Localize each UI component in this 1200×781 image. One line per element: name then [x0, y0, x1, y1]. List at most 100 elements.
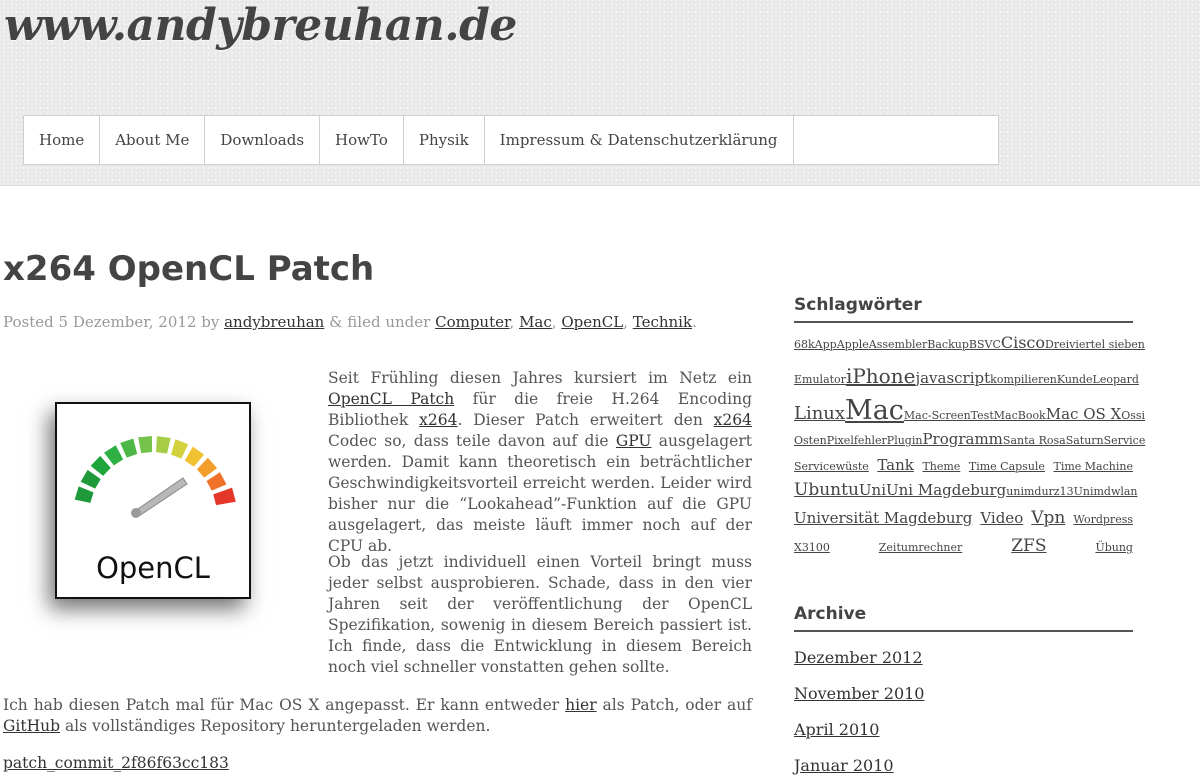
- tag-link[interactable]: Ossi: [1121, 409, 1145, 422]
- archive-widget-title: Archive: [794, 604, 1133, 632]
- archive-widget: Archive Dezember 2012 November 2010 Apri…: [794, 604, 1133, 781]
- tag-link[interactable]: Service: [1104, 434, 1146, 447]
- nav-item-physik[interactable]: Physik: [404, 116, 485, 164]
- tag-link[interactable]: Programm: [922, 430, 1002, 448]
- tag-link[interactable]: Assembler: [869, 338, 928, 351]
- tag-link[interactable]: Zeitumrechner: [879, 541, 962, 554]
- gauge-segment: [156, 436, 171, 454]
- tag-link[interactable]: Dreiviertel sieben: [1045, 338, 1145, 351]
- tag-link[interactable]: Osten: [794, 434, 827, 447]
- nav-item-home[interactable]: Home: [24, 116, 101, 164]
- tag-link[interactable]: kompilieren: [990, 373, 1057, 386]
- main-nav: Home About Me Downloads HowTo Physik Imp…: [23, 115, 999, 165]
- tag-link[interactable]: Apple: [837, 338, 869, 351]
- tag-link[interactable]: iPhone: [846, 364, 916, 388]
- category-link-mac[interactable]: Mac: [519, 313, 552, 331]
- archive-link-april-2010[interactable]: April 2010: [794, 712, 1133, 748]
- tag-link[interactable]: Time Machine: [1053, 460, 1132, 473]
- opencl-gauge-icon: OpenCL: [74, 436, 236, 585]
- gauge-segment: [138, 436, 153, 454]
- opencl-patch-link[interactable]: OpenCL Patch: [328, 390, 454, 408]
- post-paragraph-1: Seit Frühling diesen Jahres kursiert im …: [328, 368, 752, 557]
- category-link-computer[interactable]: Computer: [435, 313, 509, 331]
- tag-link[interactable]: Mac OS X: [1046, 405, 1122, 423]
- x264-link-2[interactable]: x264: [714, 411, 752, 429]
- tag-link[interactable]: X3100: [794, 541, 830, 554]
- site-title[interactable]: www.andybreuhan.de: [4, 0, 517, 51]
- tag-link[interactable]: Leopard: [1093, 373, 1139, 386]
- opencl-logo-label: OpenCL: [96, 551, 210, 585]
- tag-link[interactable]: ZFS: [1011, 536, 1046, 556]
- x264-link-1[interactable]: x264: [419, 411, 457, 429]
- tag-link[interactable]: Theme: [922, 460, 960, 473]
- tag-link[interactable]: Uni Magdeburg: [886, 481, 1006, 499]
- nav-item-impressum[interactable]: Impressum & Datenschutzerklärung: [485, 116, 794, 164]
- tag-link[interactable]: Time Capsule: [969, 460, 1045, 473]
- tag-link[interactable]: Mac: [845, 395, 904, 426]
- site-header: www.andybreuhan.de Home About Me Downloa…: [0, 0, 1200, 186]
- tag-link[interactable]: BSVC: [969, 338, 1001, 351]
- tag-line: Emulator iPhone javascript kompilieren Kunde…: [794, 364, 1139, 395]
- tag-line: Osten Pixelfehler Plugin Programm Santa Rosa…: [794, 430, 1145, 456]
- nav-item-downloads[interactable]: Downloads: [205, 116, 321, 164]
- tag-link[interactable]: Saturn: [1066, 434, 1104, 447]
- nav-item-howto[interactable]: HowTo: [320, 116, 404, 164]
- gauge-segment: [104, 445, 124, 466]
- tag-link[interactable]: Tank: [877, 456, 914, 474]
- tag-link[interactable]: Wordpress: [1073, 513, 1133, 526]
- tag-link[interactable]: Linux: [794, 403, 845, 424]
- tag-link[interactable]: Servicewüste: [794, 460, 869, 473]
- tag-link[interactable]: MacBook: [994, 409, 1046, 422]
- tag-link[interactable]: Santa Rosa: [1003, 434, 1066, 447]
- author-link[interactable]: andybreuhan: [224, 313, 324, 331]
- tag-link[interactable]: 68k: [794, 338, 815, 351]
- tag-link[interactable]: Übung: [1095, 541, 1133, 554]
- archive-link-november-2010[interactable]: November 2010: [794, 676, 1133, 712]
- patch-commit-link[interactable]: patch_commit_2f86f63cc183: [3, 754, 229, 772]
- tag-link[interactable]: Ubuntu: [794, 480, 859, 500]
- tag-link[interactable]: Emulator: [794, 373, 846, 386]
- category-link-technik[interactable]: Technik: [633, 313, 692, 331]
- tag-link[interactable]: App: [815, 338, 837, 351]
- tag-link[interactable]: Video: [980, 509, 1023, 527]
- patch-here-link[interactable]: hier: [565, 696, 597, 714]
- archive-link-januar-2010[interactable]: Januar 2010: [794, 748, 1133, 781]
- tag-link[interactable]: Mac-ScreenTest: [904, 409, 994, 422]
- tag-line: Ubuntu Uni Uni Magdeburg unimdurz13 Unimdwla…: [794, 480, 1138, 508]
- tags-widget: Schlagwörter 68k App Apple Assembler Backup B…: [794, 295, 1145, 564]
- tag-link[interactable]: Backup: [927, 338, 969, 351]
- tag-link[interactable]: Kunde: [1057, 373, 1093, 386]
- gauge-segment: [196, 457, 218, 478]
- post-paragraph-3: Ich hab diesen Patch mal für Mac OS X an…: [3, 695, 752, 737]
- meta-posted-label: Posted: [3, 313, 54, 331]
- github-link[interactable]: GitHub: [3, 717, 60, 735]
- tag-link[interactable]: Unimdwlan: [1074, 485, 1138, 498]
- meta-amp: &: [329, 313, 343, 331]
- nav-item-about-me[interactable]: About Me: [100, 116, 206, 164]
- tag-link[interactable]: Uni: [859, 481, 886, 499]
- opencl-logo-image: OpenCL: [55, 402, 251, 599]
- tag-link[interactable]: javascript: [915, 369, 990, 387]
- p3-text-3: als vollständiges Repository heruntergel…: [64, 717, 491, 735]
- post-paragraph-4: patch_commit_2f86f63cc183: [3, 753, 752, 774]
- gauge-segment: [206, 472, 227, 491]
- tag-link[interactable]: Vpn: [1031, 508, 1065, 528]
- tag-line: 68k App Apple Assembler Backup BSVC Cisco Dreiv…: [794, 333, 1145, 364]
- meta-by-label: by: [201, 313, 220, 331]
- tag-link[interactable]: Plugin: [887, 434, 923, 447]
- tag-line: Servicewüste Tank Theme Time Capsule Time Ma…: [794, 456, 1133, 480]
- p1-text-5: ausgelagert werden. Damit kann theoretis…: [328, 432, 752, 555]
- gpu-link[interactable]: GPU: [616, 432, 652, 450]
- gauge-segment: [170, 439, 189, 459]
- tag-link[interactable]: unimdurz13: [1006, 485, 1073, 498]
- category-link-opencl[interactable]: OpenCL: [561, 313, 623, 331]
- tag-link[interactable]: Pixelfehler: [827, 434, 887, 447]
- meta-filed-label: filed under: [347, 313, 431, 331]
- p3-text-2: als Patch, oder auf: [602, 696, 752, 714]
- tag-link[interactable]: Cisco: [1001, 333, 1045, 352]
- archive-link-dezember-2012[interactable]: Dezember 2012: [794, 640, 1133, 676]
- p1-text-3: . Dieser Patch erweitert den: [457, 411, 703, 429]
- gauge-segment: [80, 469, 101, 489]
- tag-link[interactable]: Universität Magdeburg: [794, 509, 972, 527]
- gauge-segment: [90, 455, 111, 476]
